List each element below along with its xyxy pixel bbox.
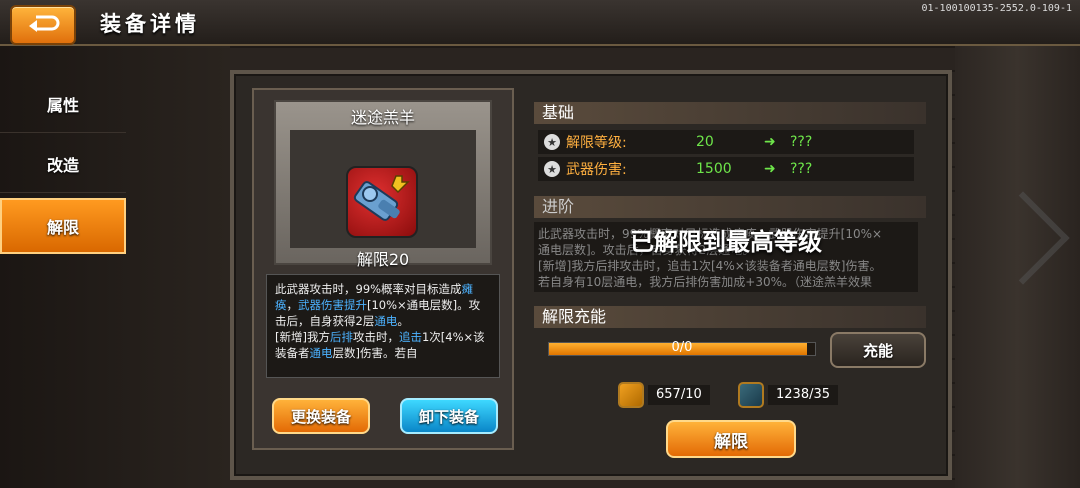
- description-segment: 此武器攻击时，99%概率对目标造成: [275, 282, 462, 296]
- resource-amount: 657/10: [648, 385, 710, 405]
- stat-row: ★ 解限等级: 20 ➜ ???: [538, 130, 914, 154]
- stat-label: 武器伤害:: [566, 162, 627, 178]
- version-label: 01-100100135-2552.0-109-1: [921, 3, 1072, 14]
- stat-next-value: ???: [790, 161, 813, 177]
- description-segment: 通电: [374, 314, 398, 328]
- replace-equipment-button[interactable]: 更换装备: [272, 398, 370, 434]
- advanced-section-header: 进阶: [534, 196, 926, 218]
- description-segment: 武器伤害提升: [298, 298, 367, 312]
- resource-wrench: 657/10: [618, 382, 710, 408]
- sidebar-item-attributes[interactable]: 属性: [0, 76, 126, 133]
- description-segment: ，: [286, 298, 299, 312]
- charge-progress-bar: 0/0: [548, 340, 816, 356]
- resource-blueprint: 1238/35: [738, 382, 839, 408]
- description-segment: 。: [397, 314, 409, 328]
- stat-next-value: ???: [790, 134, 813, 150]
- charge-button[interactable]: 充能: [830, 332, 926, 368]
- star-icon: ★: [544, 134, 560, 150]
- page-title: 装备详情: [100, 12, 200, 36]
- description-segment: 通电: [309, 346, 333, 360]
- stat-value: 1500: [696, 161, 732, 177]
- top-bar: 装备详情 01-100100135-2552.0-109-1: [0, 0, 1080, 46]
- star-icon: ★: [544, 161, 560, 177]
- arrow-right-icon: ➜: [764, 161, 776, 177]
- resource-amount: 1238/35: [768, 385, 839, 405]
- charge-section-header: 解限充能: [534, 306, 926, 328]
- stat-row: ★ 武器伤害: 1500 ➜ ???: [538, 157, 914, 181]
- item-icon[interactable]: [346, 166, 418, 238]
- back-button[interactable]: [10, 5, 76, 45]
- basic-section-header: 基础: [534, 102, 926, 124]
- item-name: 迷途羔羊: [350, 108, 415, 127]
- blueprint-icon: [738, 382, 764, 408]
- arrow-right-icon: ➜: [764, 134, 776, 150]
- unequip-button[interactable]: 卸下装备: [400, 398, 498, 434]
- back-arrow-icon: [29, 15, 60, 32]
- stat-value: 20: [696, 134, 714, 150]
- progress-text: 0/0: [671, 340, 693, 355]
- item-level-label: 解限20: [356, 250, 410, 269]
- description-segment: 层数]伤害。若自: [332, 346, 418, 360]
- max-level-overlay: 已解限到最高等级: [630, 228, 822, 256]
- stat-label: 解限等级:: [566, 135, 627, 151]
- wrench-coin-icon: [618, 382, 644, 408]
- right-background: [955, 40, 1080, 488]
- chevron-decor-icon: [976, 191, 1070, 285]
- item-description: 此武器攻击时，99%概率对目标造成瘫痪，武器伤害提升[10%×通电层数]。攻击后…: [266, 274, 500, 378]
- sidebar-item-modify[interactable]: 改造: [0, 136, 126, 193]
- limit-break-button[interactable]: 解限: [666, 420, 796, 458]
- description-segment: 追击: [398, 330, 422, 344]
- description-segment: 攻击时，: [352, 330, 399, 344]
- description-segment: [新增]我方: [275, 330, 330, 344]
- weapon-icon: [353, 175, 410, 221]
- advanced-line: [新增]我方后排攻击时，追击1次[4%×该装备者通电层数]伤害。: [538, 259, 882, 273]
- sidebar-item-limit-break[interactable]: 解限: [0, 198, 126, 254]
- description-segment: 后排: [329, 330, 353, 344]
- advanced-line: 若自身有10层通电，我方后排伤害加成+30%。（迷途羔羊效果: [538, 275, 872, 289]
